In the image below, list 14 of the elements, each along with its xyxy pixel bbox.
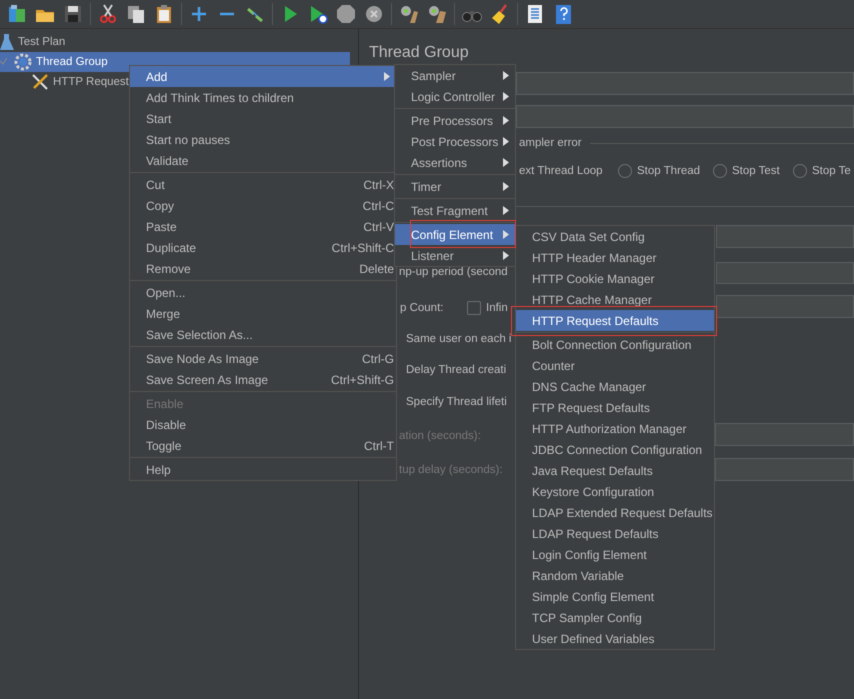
field-label: tup delay (seconds): bbox=[399, 463, 503, 478]
group-title: ampler error bbox=[519, 136, 582, 151]
field-label: ext Thread Loop bbox=[519, 164, 603, 179]
field-label: p Count: bbox=[400, 301, 444, 316]
checkbox-label: Infin bbox=[486, 301, 508, 316]
field-label: Same user on each i bbox=[406, 332, 512, 347]
field-label: Delay Thread creati bbox=[406, 363, 506, 378]
field-label: Specify Thread lifeti bbox=[406, 395, 507, 410]
panel-title: Thread Group bbox=[369, 44, 469, 62]
radio-label: Stop Thread bbox=[637, 164, 700, 179]
radio-label: Stop Test bbox=[732, 164, 780, 179]
radio-label: Stop Te bbox=[812, 164, 851, 179]
field-label: ation (seconds): bbox=[399, 429, 481, 444]
field-label: np-up period (second bbox=[399, 265, 508, 280]
